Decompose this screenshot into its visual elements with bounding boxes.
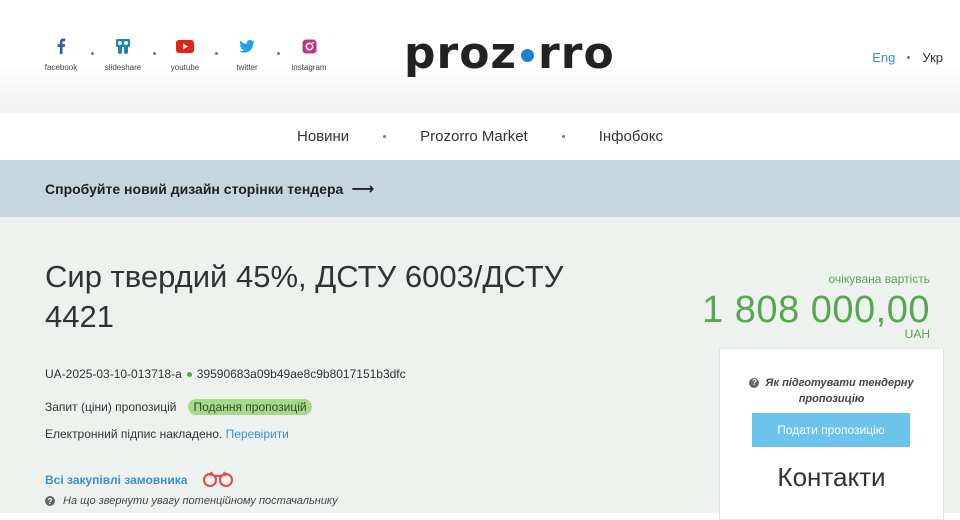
social-facebook[interactable]: facebook — [40, 36, 94, 72]
lang-ukr-link[interactable]: Укр — [922, 50, 943, 65]
social-instagram[interactable]: instagram — [288, 36, 330, 72]
nav-item-market[interactable]: Prozorro Market — [420, 128, 528, 145]
nav-separator — [561, 135, 565, 138]
tender-hash: 39590683a09b49ae8c9b8017151b3dfc — [196, 367, 406, 381]
question-icon: ? — [749, 378, 760, 389]
language-switcher: Eng Укр — [872, 50, 943, 65]
social-youtube[interactable]: youtube — [164, 36, 218, 72]
expected-value-label: очікувана вартість — [828, 272, 931, 286]
prozorro-logo[interactable]: proz rro — [404, 28, 615, 79]
youtube-icon — [176, 39, 194, 53]
all-purchases-row: Всі закупівлі замовника — [45, 468, 235, 491]
lang-eng-link[interactable]: Eng — [872, 50, 895, 65]
social-label: instagram — [291, 63, 327, 72]
question-icon: ? — [45, 496, 55, 506]
banner-text: Спробуйте новий дизайн сторінки тендера — [45, 181, 344, 197]
signature-line: Електронний підпис накладено. Перевірити — [45, 427, 289, 441]
procedure-type: Запит (ціни) пропозицій — [45, 400, 177, 414]
facebook-icon — [57, 38, 66, 54]
verify-signature-link[interactable]: Перевірити — [226, 427, 289, 441]
main-nav: Новини Prozorro Market Інфобокс — [0, 113, 960, 160]
contacts-heading: Контакти — [777, 462, 886, 492]
slideshare-icon — [116, 38, 130, 54]
status-badge: Подання пропозицій — [188, 399, 312, 415]
tender-id-line: UA-2025-03-10-013718-a 39590683a09b49ae8… — [45, 367, 406, 381]
bid-preparation-hint[interactable]: ? Як підготувати тендерну пропозицію — [720, 375, 943, 407]
new-design-link[interactable]: Спробуйте новий дизайн сторінки тендера … — [45, 179, 374, 199]
signature-text: Електронний підпис накладено. — [45, 427, 223, 441]
social-label: facebook — [44, 63, 78, 72]
tender-id: UA-2025-03-10-013718-a — [45, 367, 182, 381]
green-dot-icon — [186, 371, 192, 377]
binoculars-icon[interactable] — [201, 468, 235, 491]
all-purchases-link[interactable]: Всі закупівлі замовника — [45, 473, 187, 487]
submit-bid-button[interactable]: Подати пропозицію — [752, 413, 910, 447]
instagram-icon — [302, 39, 316, 53]
social-label: youtube — [170, 63, 200, 72]
bid-card: ? Як підготувати тендерну пропозицію Пода… — [719, 348, 944, 520]
nav-item-infobox[interactable]: Інфобокс — [599, 128, 663, 145]
new-design-banner: Спробуйте новий дизайн сторінки тендера … — [0, 160, 960, 217]
social-links: facebook slideshare youtube twitter inst… — [40, 36, 350, 72]
tender-title: Сир твердий 45%, ДСТУ 6003/ДСТУ 4421 — [45, 259, 564, 334]
social-label: twitter — [236, 63, 258, 72]
twitter-icon — [239, 39, 255, 53]
nav-item-news[interactable]: Новини — [297, 128, 349, 145]
supplier-hint-text: На що звернути увагу потенційному постач… — [63, 495, 338, 507]
arrow-right-icon: ⟶ — [351, 181, 375, 198]
social-slideshare[interactable]: slideshare — [102, 36, 156, 72]
procedure-line: Запит (ціни) пропозицій Подання пропозиц… — [45, 399, 312, 415]
nav-separator — [383, 135, 387, 138]
social-twitter[interactable]: twitter — [226, 36, 280, 72]
lang-separator — [907, 56, 911, 59]
expected-value-currency: UAH — [904, 327, 930, 341]
logo-right: rro — [538, 28, 615, 79]
supplier-hint[interactable]: ? На що звернути увагу потенційному пост… — [45, 495, 338, 507]
expected-value-amount: 1 808 000,00 — [702, 289, 930, 331]
logo-dot-icon — [521, 49, 535, 62]
tender-main: Сир твердий 45%, ДСТУ 6003/ДСТУ 4421 UA-… — [0, 217, 960, 520]
site-header: facebook slideshare youtube twitter inst… — [0, 0, 960, 113]
logo-left: proz — [404, 28, 518, 79]
social-label: slideshare — [104, 63, 142, 72]
bid-hint-text: Як підготувати тендерну пропозицію — [765, 377, 914, 405]
